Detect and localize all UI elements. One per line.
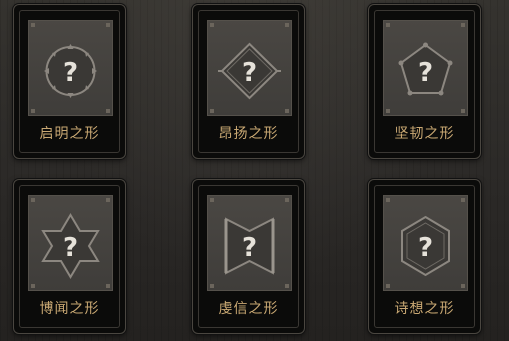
form-card-angyang[interactable]: ? 昂扬之形 (192, 4, 305, 159)
hexagram-question-icon: ? (41, 213, 100, 279)
svg-text:?: ? (418, 233, 433, 263)
svg-text:?: ? (242, 58, 257, 88)
svg-text:?: ? (63, 233, 78, 263)
hexagon-question-icon: ? (401, 215, 450, 277)
emblem-panel: ? (383, 20, 468, 116)
emblem-panel: ? (207, 20, 292, 116)
emblem-panel: ? (383, 195, 468, 291)
pentagon-question-icon: ? (398, 42, 453, 96)
bowtie-question-icon: ? (224, 217, 275, 275)
card-label: 启明之形 (39, 126, 100, 142)
emblem-panel: ? (207, 195, 292, 291)
svg-text:?: ? (242, 233, 257, 263)
card-label: 诗想之形 (394, 301, 455, 317)
form-card-jianren[interactable]: ? 坚韧之形 (368, 4, 481, 159)
card-label: 昂扬之形 (218, 126, 279, 142)
card-label: 博闻之形 (39, 301, 100, 317)
form-card-qiming[interactable]: ? 启明之形 (13, 4, 126, 159)
diamond-question-icon: ? (218, 42, 281, 100)
circle-question-icon: ? (44, 44, 97, 98)
emblem-panel: ? (28, 20, 113, 116)
form-card-qianxin[interactable]: ? 虔信之形 (192, 179, 305, 334)
card-label: 坚韧之形 (394, 126, 455, 142)
form-card-bowen[interactable]: ? 博闻之形 (13, 179, 126, 334)
svg-text:?: ? (418, 58, 433, 88)
svg-text:?: ? (63, 58, 78, 88)
form-card-shixiang[interactable]: ? 诗想之形 (368, 179, 481, 334)
emblem-panel: ? (28, 195, 113, 291)
card-label: 虔信之形 (218, 301, 279, 317)
